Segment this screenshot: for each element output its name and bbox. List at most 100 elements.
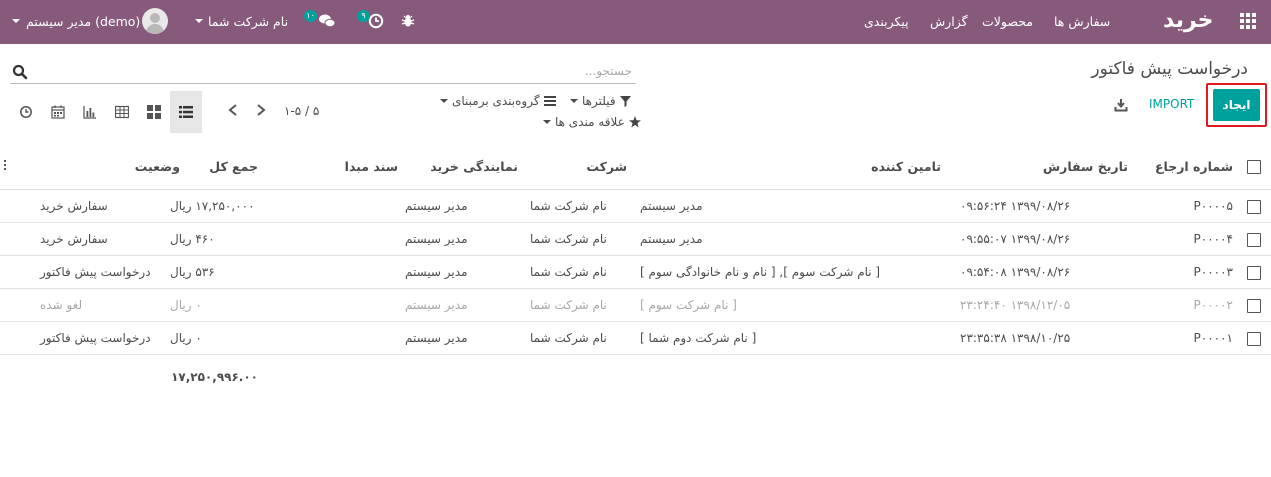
search-bar — [10, 58, 636, 84]
menu-reporting[interactable]: گزارش — [930, 14, 968, 29]
header-reference[interactable]: شماره ارجاع — [1130, 143, 1233, 189]
pivot-view-button[interactable] — [106, 91, 138, 133]
search-icon[interactable] — [12, 64, 28, 80]
column-options-icon[interactable] — [3, 160, 7, 172]
activities-badge: ۹ — [357, 10, 370, 22]
cell-reference: P۰۰۰۰۲ — [1193, 298, 1233, 312]
star-icon — [628, 116, 641, 128]
cell-order-date: ۱۳۹۹/۰۸/۲۶ ۰۹:۵۶:۲۴ — [960, 199, 1071, 213]
cell-buyer: مدیر سیستم — [405, 199, 468, 213]
row-checkbox[interactable] — [1247, 299, 1261, 313]
cell-vendor: مدیر سیستم — [640, 199, 703, 213]
cell-source-document — [290, 289, 398, 321]
header-total[interactable]: جمع کل — [186, 143, 258, 189]
cell-status: سفارش خرید — [40, 199, 108, 213]
chevron-right-icon[interactable] — [254, 102, 268, 118]
cell-buyer: مدیر سیستم — [405, 331, 468, 345]
cell-vendor: [ نام شرکت دوم شما ] — [640, 331, 757, 345]
cell-company: نام شرکت شما — [530, 265, 607, 279]
bars-icon — [543, 96, 556, 106]
activity-view-button[interactable] — [10, 91, 42, 133]
app-name[interactable]: خرید — [1163, 8, 1214, 33]
cell-company: نام شرکت شما — [530, 199, 607, 213]
cell-vendor: مدیر سیستم — [640, 232, 703, 246]
bar-chart-icon — [83, 106, 96, 119]
row-checkbox[interactable] — [1247, 233, 1261, 247]
menu-configuration[interactable]: پیکربندی — [864, 14, 909, 29]
clock-icon — [20, 106, 32, 118]
user-avatar[interactable] — [142, 8, 168, 34]
header-source-document[interactable]: سند مبدا — [290, 143, 398, 189]
cell-status: سفارش خرید — [40, 232, 108, 246]
chat-messages-icon[interactable] — [318, 13, 336, 29]
table-row[interactable]: P۰۰۰۰۳ ۱۳۹۹/۰۸/۲۶ ۰۹:۵۴:۰۸ [ نام شرکت سو… — [0, 256, 1271, 289]
calendar-view-button[interactable] — [42, 91, 74, 133]
graph-view-button[interactable] — [74, 91, 106, 133]
cell-buyer: مدیر سیستم — [405, 298, 468, 312]
header-status[interactable]: وضعیت — [40, 143, 180, 189]
cell-total: ۰ ریال — [170, 331, 202, 345]
messages-badge: ۱۰ — [304, 10, 317, 22]
header-order-date[interactable]: تاریخ سفارش — [1000, 143, 1128, 189]
cell-source-document — [290, 223, 398, 255]
list-icon — [179, 106, 193, 118]
cell-total: ۰ ریال — [170, 298, 202, 312]
cell-buyer: مدیر سیستم — [405, 265, 468, 279]
cell-reference: P۰۰۰۰۴ — [1193, 232, 1233, 246]
chevron-left-icon[interactable] — [226, 102, 240, 118]
pager-value[interactable]: ۱-۵ / ۵ — [284, 104, 319, 118]
cell-company: نام شرکت شما — [530, 298, 607, 312]
search-input[interactable] — [36, 61, 632, 81]
company-switcher[interactable]: نام شرکت شما — [208, 14, 288, 29]
import-button[interactable]: IMPORT — [1149, 97, 1194, 111]
create-button[interactable]: ایجاد — [1213, 89, 1260, 121]
cell-company: نام شرکت شما — [530, 331, 607, 345]
filters-caret-icon — [570, 99, 578, 103]
cell-order-date: ۱۳۹۸/۱۰/۲۵ ۲۳:۳۵:۳۸ — [960, 331, 1071, 345]
filters-dropdown[interactable]: فیلترها — [570, 94, 631, 108]
cell-source-document — [290, 322, 398, 354]
cell-reference: P۰۰۰۰۵ — [1193, 199, 1233, 213]
cell-vendor: [ نام شرکت سوم ] — [640, 298, 737, 312]
list-view-button[interactable] — [170, 91, 202, 133]
favorites-caret-icon — [543, 120, 551, 124]
cell-source-document — [290, 256, 398, 288]
cell-source-document — [290, 190, 398, 222]
table-row[interactable]: P۰۰۰۰۵ ۱۳۹۹/۰۸/۲۶ ۰۹:۵۶:۲۴ مدیر سیستم نا… — [0, 190, 1271, 223]
cell-status: درخواست پیش فاکتور — [40, 265, 151, 279]
grand-total: ۱۷,۲۵۰,۹۹۶.۰۰ — [171, 370, 258, 384]
row-checkbox[interactable] — [1247, 200, 1261, 214]
user-menu[interactable]: مدیر سیستم (demo) — [26, 14, 140, 29]
download-icon[interactable] — [1114, 98, 1128, 112]
cell-status: لغو شده — [40, 298, 83, 312]
menu-products[interactable]: محصولات — [982, 14, 1033, 29]
table-row[interactable]: P۰۰۰۰۱ ۱۳۹۸/۱۰/۲۵ ۲۳:۳۵:۳۸ [ نام شرکت دو… — [0, 322, 1271, 355]
cell-total: ۵۳۶ ریال — [170, 265, 215, 279]
table-pivot-icon — [115, 105, 129, 119]
cell-reference: P۰۰۰۰۱ — [1193, 331, 1233, 345]
groupby-caret-icon — [440, 99, 448, 103]
cell-reference: P۰۰۰۰۳ — [1193, 265, 1233, 279]
table-row[interactable]: P۰۰۰۰۴ ۱۳۹۹/۰۸/۲۶ ۰۹:۵۵:۰۷ مدیر سیستم نا… — [0, 223, 1271, 256]
header-buyer[interactable]: نمایندگی خرید — [405, 143, 518, 189]
header-company[interactable]: شرکت — [530, 143, 627, 189]
apps-grid-icon[interactable] — [1239, 13, 1257, 31]
cell-total: ۴۶۰ ریال — [170, 232, 215, 246]
filters-label: فیلترها — [582, 94, 616, 108]
select-all-checkbox[interactable] — [1247, 160, 1261, 174]
clock-activity-icon[interactable] — [368, 13, 384, 29]
bug-icon[interactable] — [401, 14, 415, 28]
groupby-dropdown[interactable]: گروه‌بندی برمبنای — [440, 94, 556, 108]
row-checkbox[interactable] — [1247, 266, 1261, 280]
menu-orders[interactable]: سفارش ها — [1054, 14, 1110, 29]
header-vendor[interactable]: تامین کننده — [640, 143, 941, 189]
kanban-view-button[interactable] — [138, 91, 170, 133]
favorites-label: علاقه مندی ها — [555, 115, 625, 129]
kanban-icon — [147, 105, 161, 119]
table-row[interactable]: P۰۰۰۰۲ ۱۳۹۸/۱۲/۰۵ ۲۳:۲۴:۴۰ [ نام شرکت سو… — [0, 289, 1271, 322]
cell-status: درخواست پیش فاکتور — [40, 331, 151, 345]
favorites-dropdown[interactable]: علاقه مندی ها — [543, 115, 641, 129]
row-checkbox[interactable] — [1247, 332, 1261, 346]
calendar-icon — [51, 105, 65, 119]
cell-total: ۱۷,۲۵۰,۰۰۰ ریال — [170, 199, 255, 213]
